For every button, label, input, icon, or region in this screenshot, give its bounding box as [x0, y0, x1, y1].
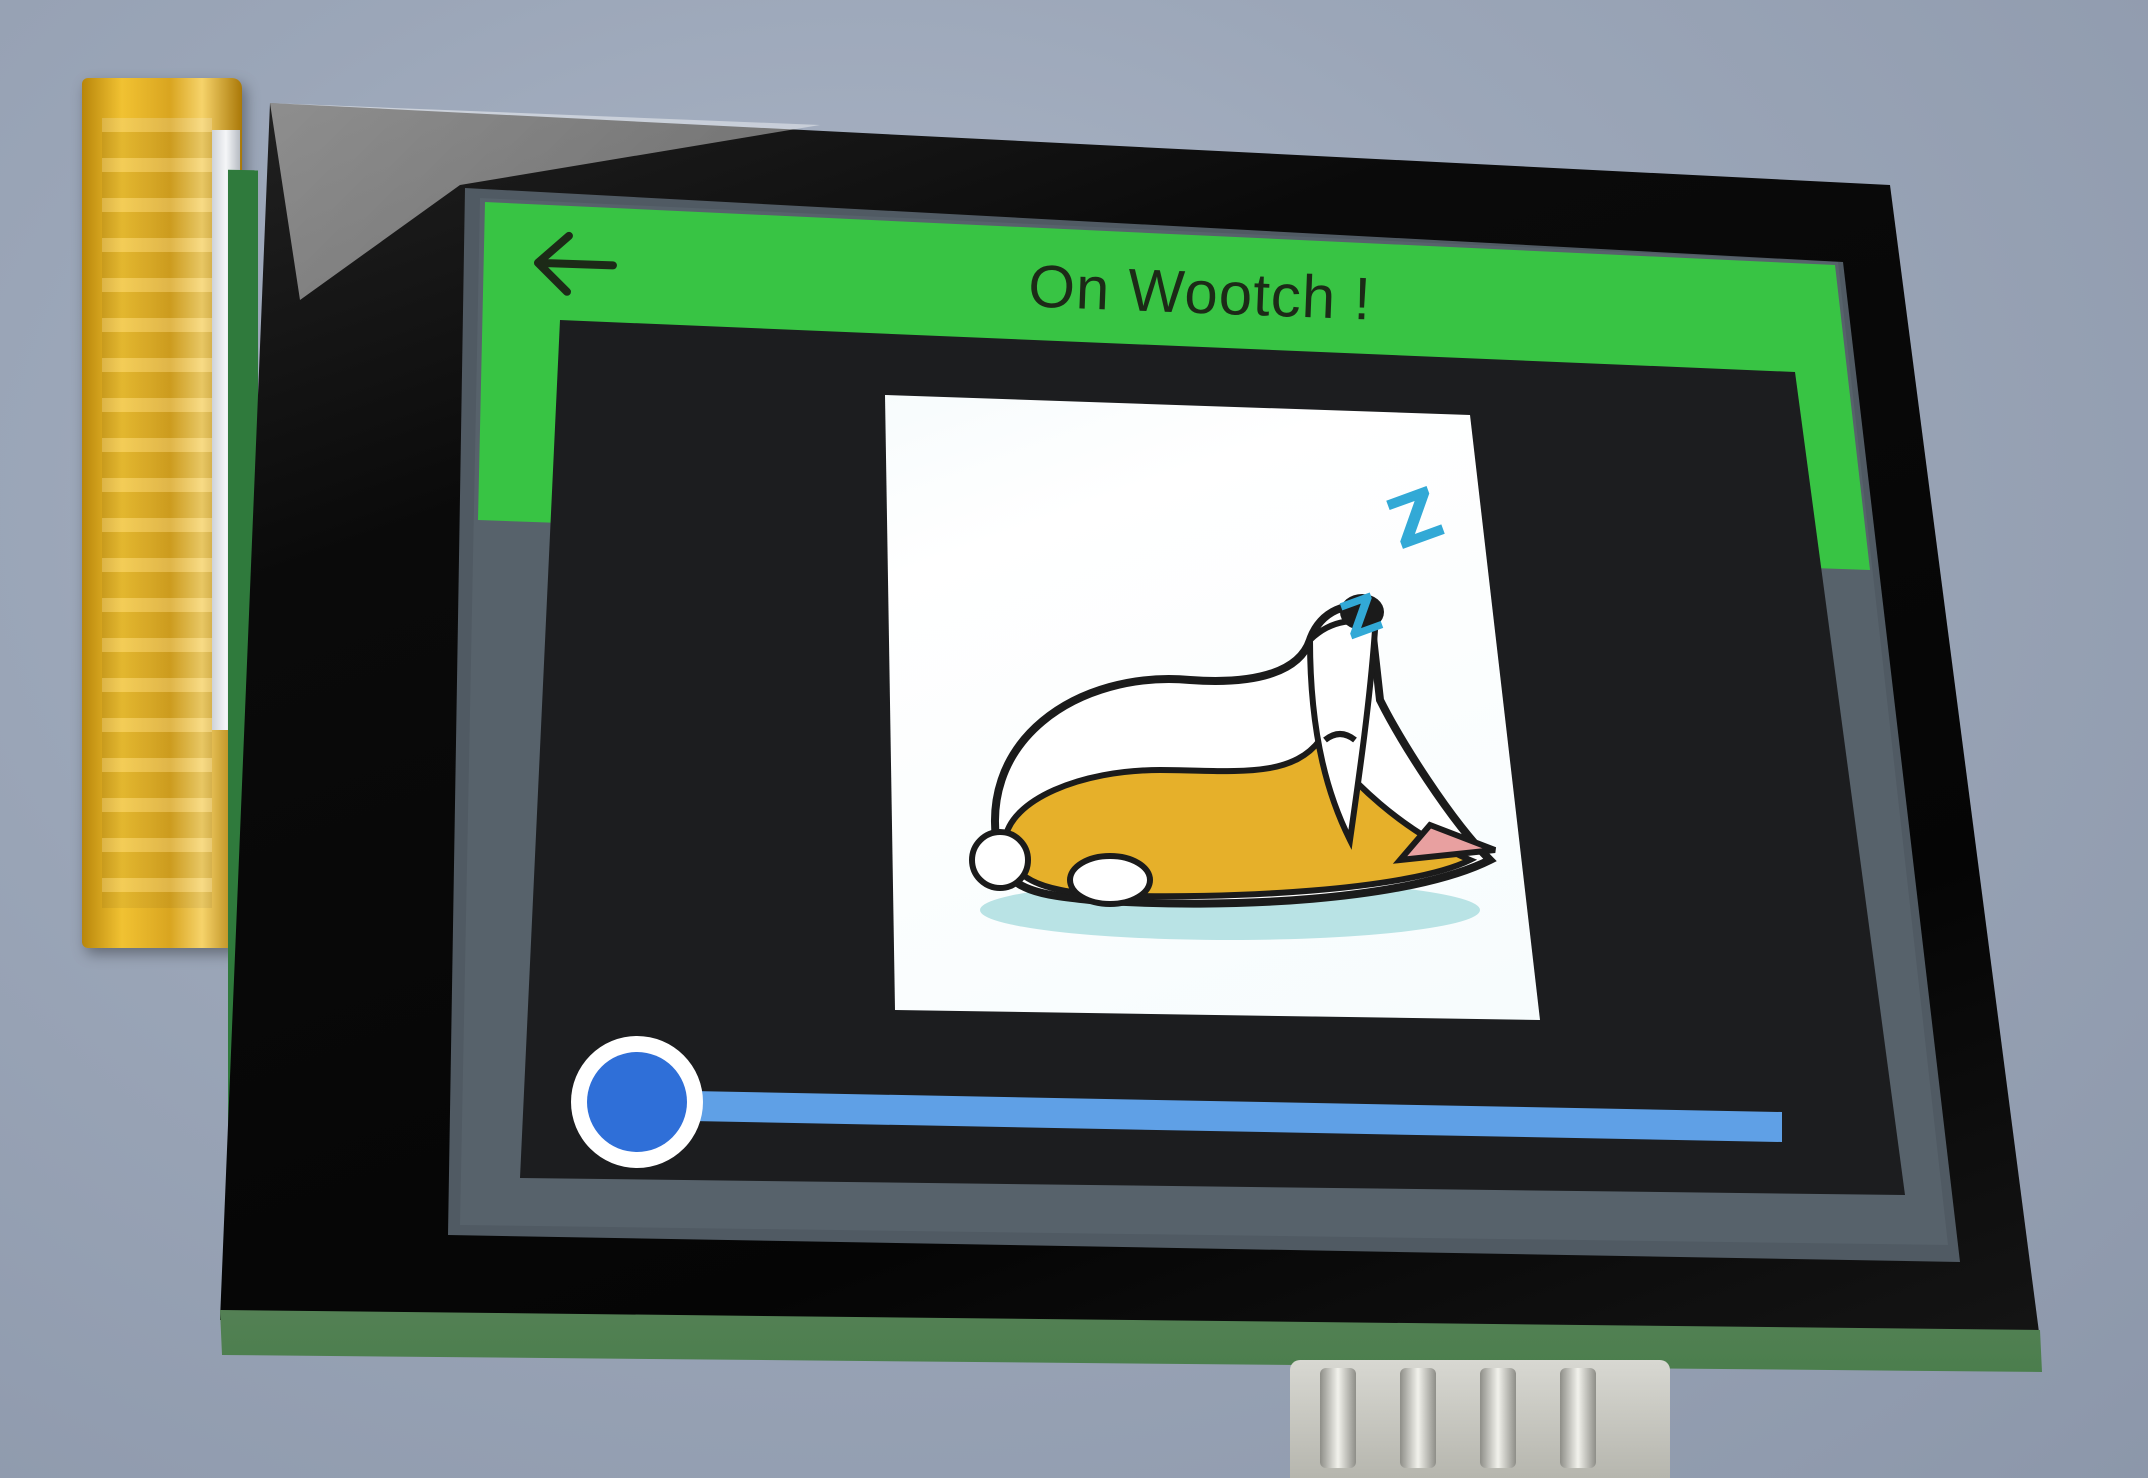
- slider-track: [640, 1090, 1782, 1142]
- progress-slider[interactable]: [0, 0, 2148, 1478]
